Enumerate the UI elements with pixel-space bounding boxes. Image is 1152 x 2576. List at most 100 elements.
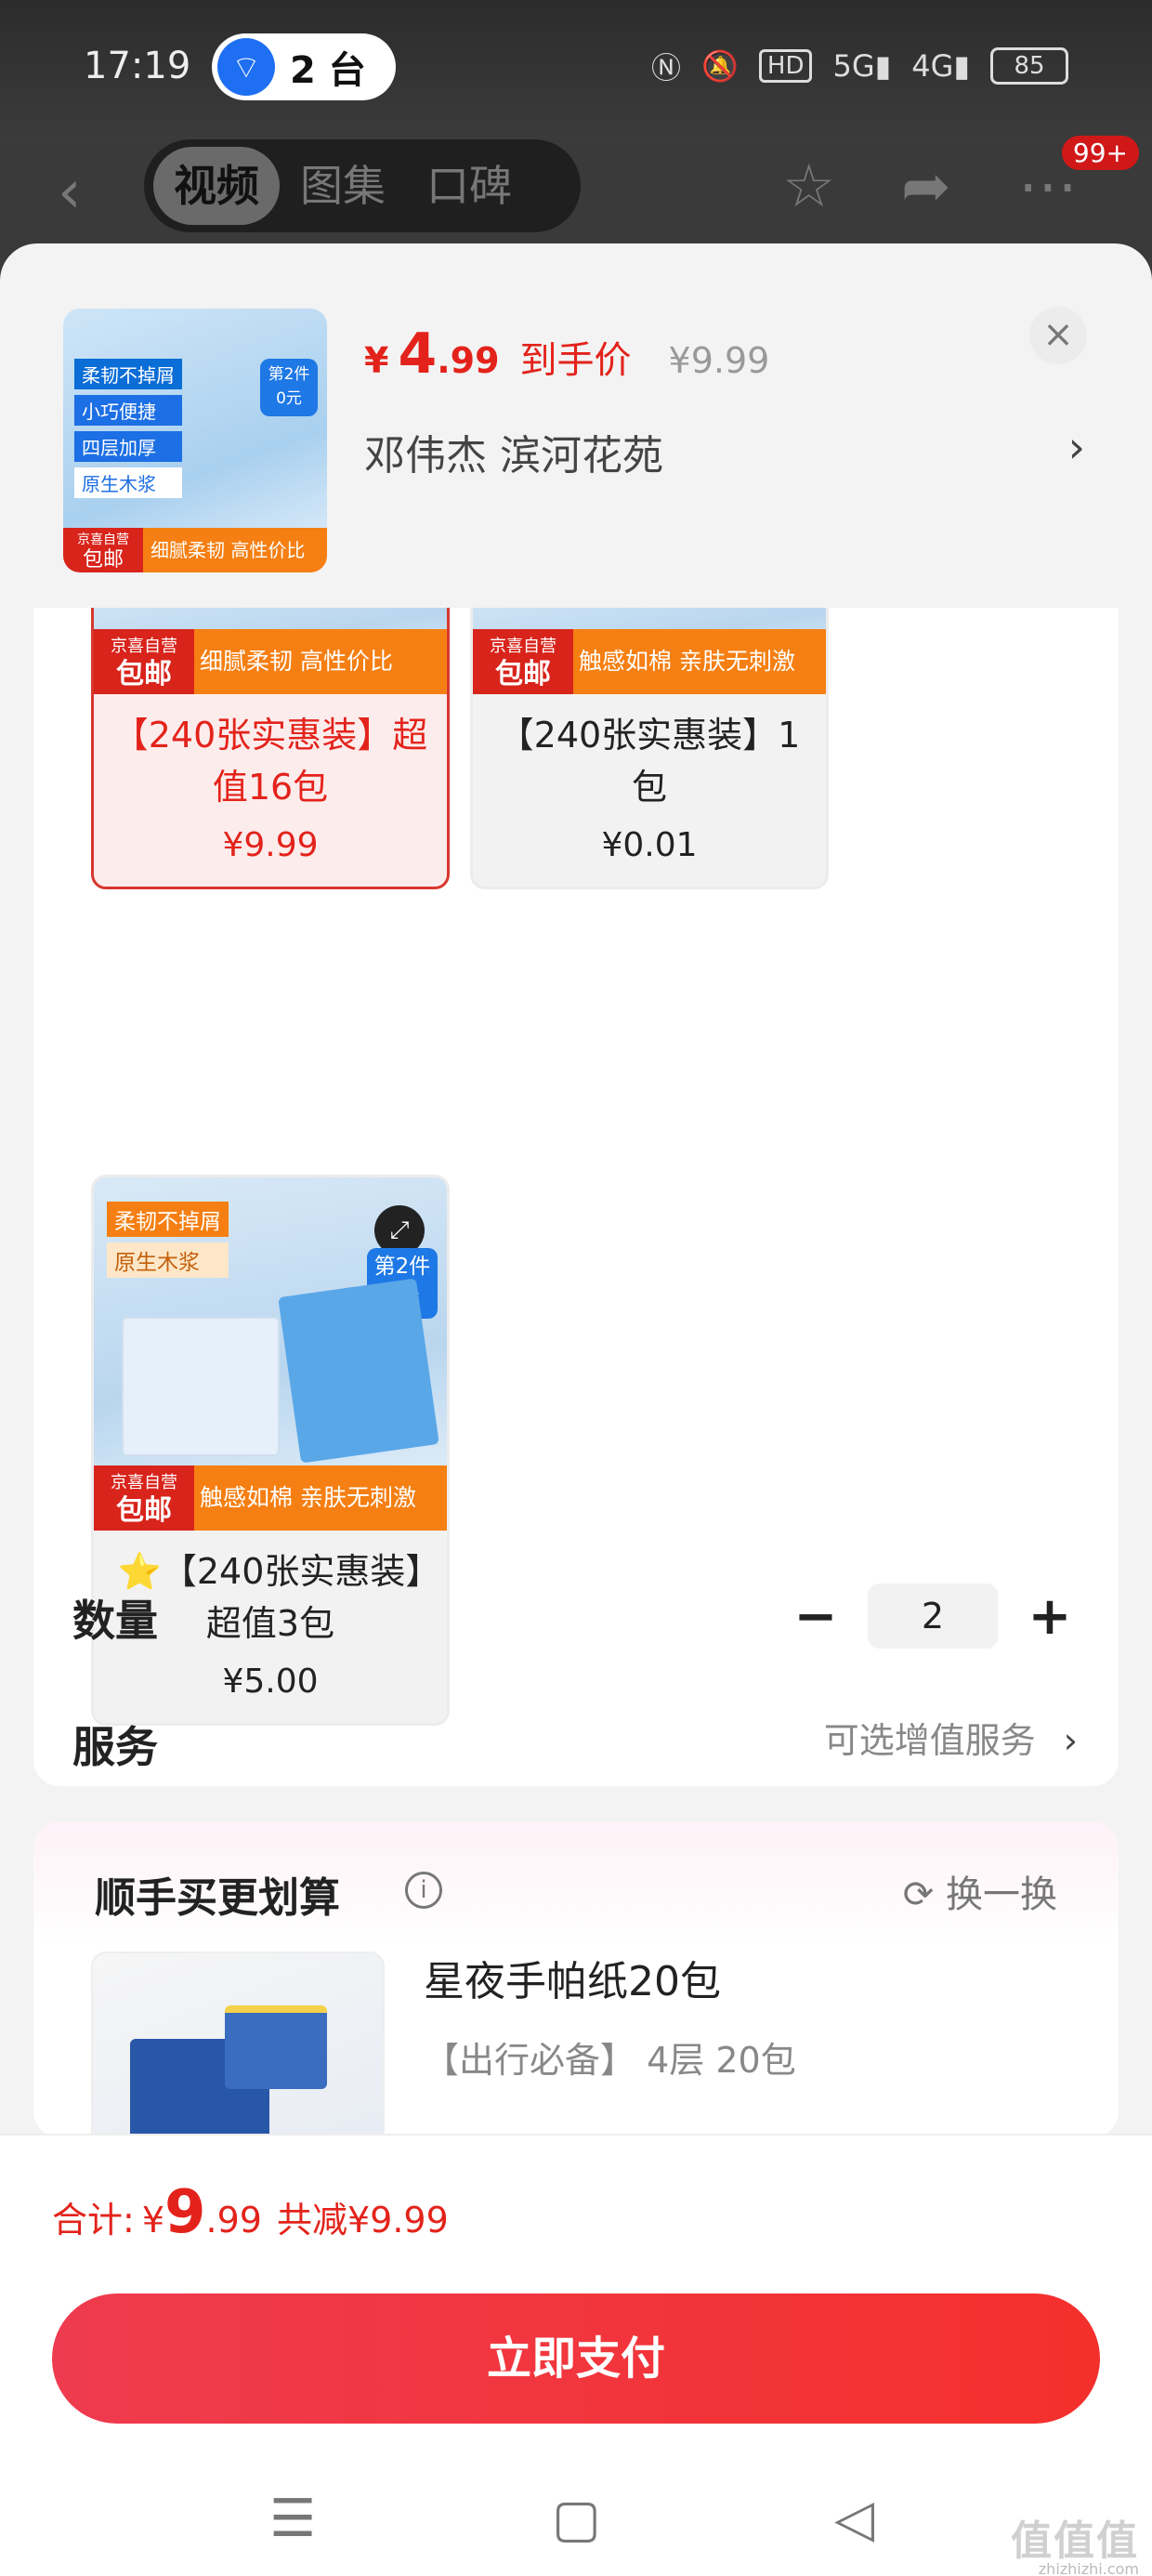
package-image: [122, 1317, 280, 1456]
sheet-header: 柔韧不掉屑 小巧便捷 四层加厚 原生木浆 第2件 0元 京喜自营 包邮 细腻柔韧…: [0, 243, 1152, 608]
wifi-hotspot-icon: ⌔: [217, 38, 275, 96]
info-icon[interactable]: i: [405, 1872, 442, 1909]
sku-option-price: ¥9.99: [222, 826, 319, 864]
sku-option-title: 【240张实惠装】1包: [498, 715, 801, 808]
tab-reviews[interactable]: 口碑: [406, 147, 532, 225]
increase-button[interactable]: +: [1022, 1586, 1078, 1647]
sku-option-banner: 京喜自营 包邮 触感如棉 亲肤无刺激: [473, 629, 826, 694]
media-tabs: 视频 图集 口碑: [144, 139, 581, 232]
thumb-tag: 小巧便捷: [74, 395, 182, 426]
badge-line: 京喜自营: [77, 532, 129, 547]
watermark-logo: 值值值: [1011, 2517, 1139, 2565]
mute-icon: 🔕: [701, 48, 739, 84]
menu-icon[interactable]: ☰: [269, 2489, 316, 2549]
price-integer: 4: [398, 322, 438, 387]
sku-option-banner: 京喜自营 包邮 触感如棉 亲肤无刺激: [94, 1465, 447, 1531]
pay-now-button[interactable]: 立即支付: [52, 2293, 1100, 2424]
promo-line: 0元: [276, 389, 302, 408]
badge-line: 包邮: [116, 1494, 172, 1527]
price-symbol: ¥: [364, 340, 389, 381]
refresh-button[interactable]: ⟳ 换一换: [903, 1864, 1057, 1918]
refresh-icon: ⟳: [902, 1873, 935, 1916]
service-selector[interactable]: 可选增值服务 ›: [824, 1712, 1078, 1763]
refresh-label: 换一换: [946, 1873, 1057, 1916]
page-header: ‹ 视频 图集 口碑 ☆ ➦ ⋯ 99+: [0, 136, 1152, 242]
share-icon[interactable]: ➦: [901, 152, 951, 221]
signal-4g-icon: 4G▮: [911, 48, 970, 84]
sku-option[interactable]: 京喜自营 包邮 触感如棉 亲肤无刺激 【240张实惠装】1包 ¥0.01: [470, 608, 829, 889]
total-decimal: .99: [205, 2200, 262, 2241]
promo-line: 第2件: [268, 365, 310, 384]
favorite-star-icon[interactable]: ☆: [782, 152, 835, 221]
hotspot-pill[interactable]: ⌔ 2 台: [212, 33, 396, 100]
back-triangle-icon[interactable]: ◁: [834, 2489, 874, 2549]
self-operated-badge: 京喜自营 包邮: [94, 1465, 194, 1531]
quantity-value[interactable]: 2: [868, 1584, 998, 1649]
watermark-url: zhizhizhi.com: [1038, 2560, 1139, 2576]
battery-icon: 85: [990, 47, 1068, 85]
close-icon[interactable]: ×: [1029, 307, 1087, 364]
sku-option[interactable]: 京喜自营 包邮 细腻柔韧 高性价比 【240张实惠装】超值16包 ¥9.99: [91, 608, 450, 889]
promo-line: 第2件: [373, 1255, 431, 1279]
service-hint: 可选增值服务: [823, 1720, 1036, 1761]
signal-5g-icon: 5G▮: [832, 48, 892, 84]
tab-gallery[interactable]: 图集: [280, 147, 406, 225]
price-decimal: .99: [437, 340, 500, 381]
sheet-body: 京喜自营 包邮 细腻柔韧 高性价比 【240张实惠装】超值16包 ¥9.99 京…: [33, 608, 1119, 1786]
sku-option-slogan: 触感如棉 亲肤无刺激: [573, 629, 826, 694]
self-operated-badge: 京喜自营 包邮: [63, 528, 143, 572]
status-time: 17:19: [84, 45, 191, 87]
sku-option-slogan: 触感如棉 亲肤无刺激: [194, 1465, 447, 1531]
notification-badge: 99+: [1061, 136, 1139, 170]
chevron-right-icon[interactable]: ›: [1068, 422, 1085, 472]
original-price: ¥9.99: [668, 340, 770, 381]
back-icon[interactable]: ‹: [58, 158, 82, 227]
sku-option-price: ¥0.01: [601, 826, 698, 864]
hd-icon: HD: [758, 49, 813, 83]
quantity-stepper: − 2 +: [788, 1584, 1078, 1649]
badge-line: 京喜自营: [111, 1473, 177, 1492]
badge-line: 京喜自营: [111, 637, 177, 656]
thumb-tag: 四层加厚: [74, 431, 182, 462]
sku-option-slogan: 细腻柔韧 高性价比: [194, 629, 447, 694]
promo-badge: 第2件 0元: [260, 359, 318, 416]
home-icon[interactable]: ▢: [552, 2489, 601, 2549]
nfc-icon: Ⓝ: [651, 50, 682, 85]
sku-option-price: ¥5.00: [222, 1663, 319, 1701]
price-line: ¥ 4 .99 到手价 ¥9.99: [364, 322, 769, 387]
upsell-product-desc: 【出行必备】 4层 20包: [424, 2040, 796, 2081]
upsell-product-name[interactable]: 星夜手帕纸20包: [424, 1948, 721, 2007]
upsell-section: 顺手买更划算 i ⟳ 换一换 星夜手帕纸20包 【出行必备】 4层 20包: [33, 1821, 1119, 2165]
thumbnail-slogan: 细腻柔韧 高性价比: [143, 528, 327, 572]
total-symbol: ¥: [141, 2200, 164, 2241]
final-price-label: 到手价: [519, 339, 632, 382]
hotspot-count: 2 台: [290, 49, 366, 92]
thumb-tag: 柔韧不掉屑: [74, 359, 182, 389]
status-bar: 17:19 ⌔ 2 台 Ⓝ 🔕 HD 5G▮ 4G▮ 85: [0, 0, 1152, 139]
chevron-right-icon: ›: [1063, 1720, 1078, 1761]
system-nav-bar: ☰ ▢ ◁ 值值值 zhizhizhi.com: [0, 2470, 1152, 2576]
status-icons: Ⓝ 🔕 HD 5G▮ 4G▮ 85: [651, 45, 1068, 87]
sku-sheet: 柔韧不掉屑 小巧便捷 四层加厚 原生木浆 第2件 0元 京喜自营 包邮 细腻柔韧…: [0, 243, 1152, 2576]
total-label: 合计:: [52, 2200, 135, 2241]
sku-option-banner: 京喜自营 包邮 细腻柔韧 高性价比: [94, 629, 447, 694]
self-operated-badge: 京喜自营 包邮: [473, 629, 573, 694]
sku-tag: 柔韧不掉屑: [107, 1202, 229, 1237]
package-image: [278, 1278, 439, 1464]
sku-option-title: 【240张实惠装】超值16包: [112, 715, 428, 808]
thumb-tag: 原生木浆: [74, 467, 182, 498]
sku-option-image: 京喜自营 包邮 细腻柔韧 高性价比: [94, 608, 447, 694]
badge-line: 包邮: [116, 658, 172, 690]
self-operated-badge: 京喜自营 包邮: [94, 629, 194, 694]
delivery-address[interactable]: 邓伟杰 滨河花苑: [364, 422, 663, 481]
badge-line: 包邮: [82, 548, 124, 572]
upsell-title: 顺手买更划算: [95, 1874, 340, 1922]
total-saving: 共减¥9.99: [276, 2200, 449, 2241]
sku-option-image: 京喜自营 包邮 触感如棉 亲肤无刺激: [473, 608, 826, 694]
sku-tag: 原生木浆: [107, 1242, 229, 1278]
order-total: 合计: ¥ 9 .99 共减¥9.99: [52, 2178, 449, 2247]
tab-video[interactable]: 视频: [153, 147, 280, 225]
decrease-button[interactable]: −: [788, 1586, 844, 1647]
service-label: 服务: [72, 1722, 158, 1772]
product-thumbnail: 柔韧不掉屑 小巧便捷 四层加厚 原生木浆 第2件 0元 京喜自营 包邮 细腻柔韧…: [63, 309, 327, 572]
